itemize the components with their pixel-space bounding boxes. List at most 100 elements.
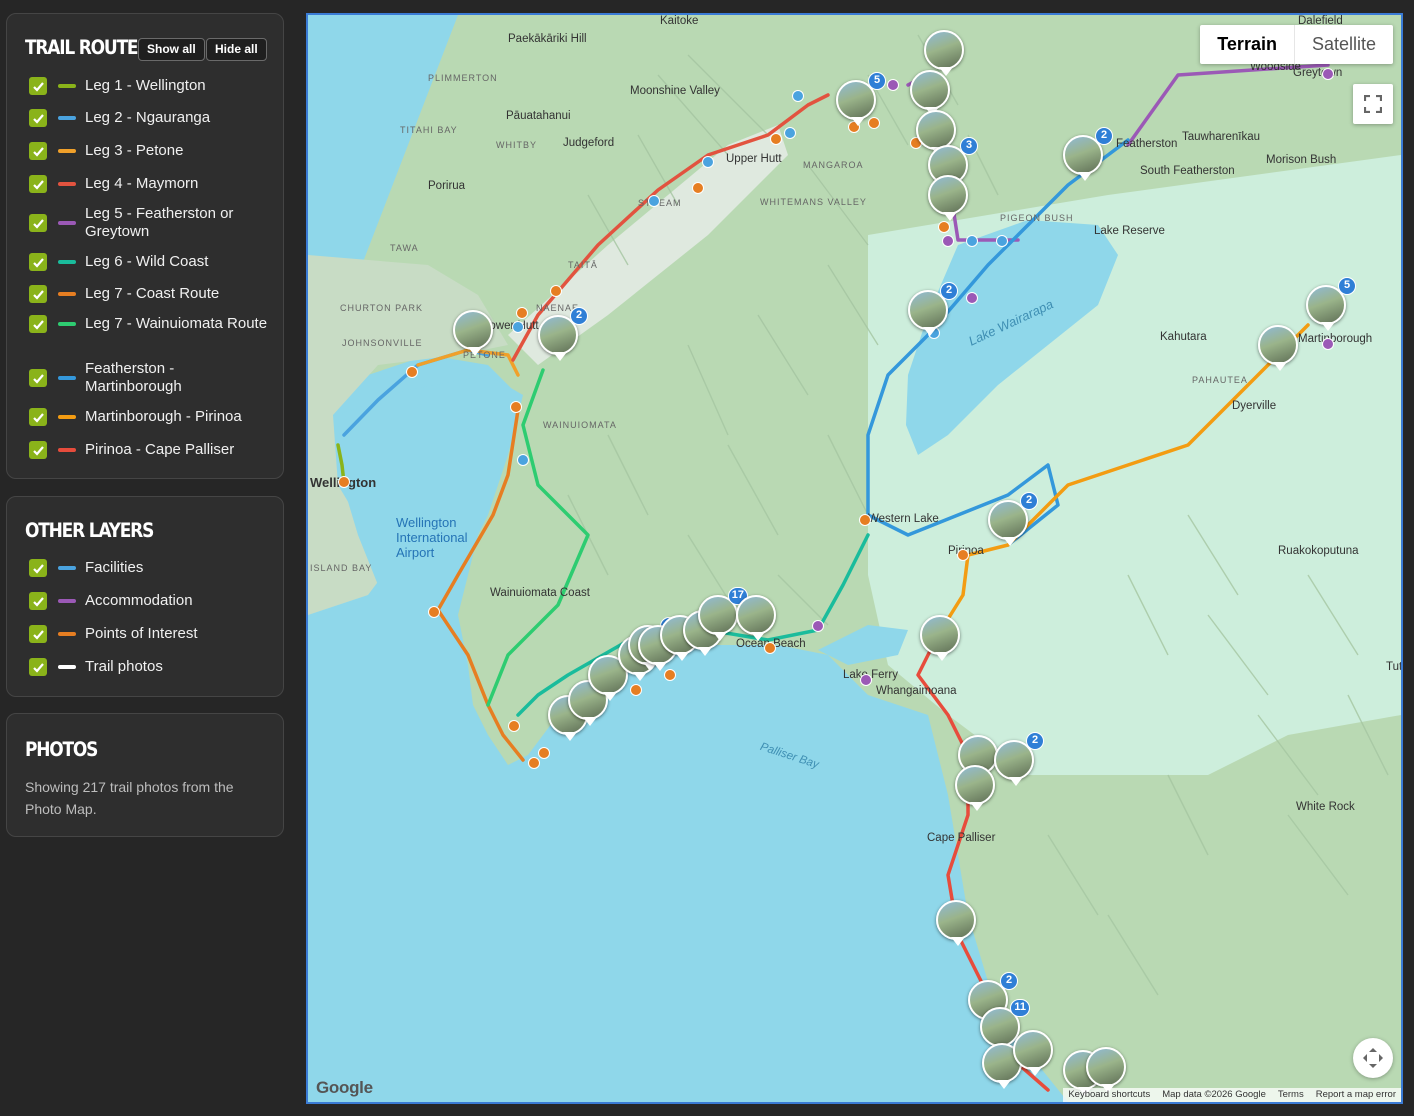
- facility-marker[interactable]: [702, 156, 714, 168]
- layer-row[interactable]: Points of Interest: [29, 625, 273, 643]
- poi-marker[interactable]: [338, 476, 350, 488]
- route-checkbox[interactable]: [29, 175, 47, 193]
- photo-marker[interactable]: [910, 70, 950, 116]
- photo-marker[interactable]: [1013, 1030, 1053, 1076]
- accommodation-marker[interactable]: [942, 235, 954, 247]
- photo-marker[interactable]: [924, 30, 964, 76]
- layer-checkbox[interactable]: [29, 658, 47, 676]
- layer-checkbox[interactable]: [29, 559, 47, 577]
- route-checkbox[interactable]: [29, 142, 47, 160]
- facility-marker[interactable]: [648, 195, 660, 207]
- hide-all-button[interactable]: Hide all: [206, 38, 267, 61]
- photo-marker[interactable]: 2: [988, 492, 1038, 546]
- photo-marker[interactable]: [916, 110, 956, 156]
- accommodation-marker[interactable]: [966, 292, 978, 304]
- accommodation-marker[interactable]: [887, 79, 899, 91]
- route-row[interactable]: Leg 7 - Coast Route: [29, 285, 273, 303]
- photo-marker[interactable]: 2: [538, 307, 588, 361]
- trail-routes-panel: TRAIL ROUTES Show all Hide all Leg 1 - W…: [6, 13, 284, 479]
- layer-checkbox[interactable]: [29, 625, 47, 643]
- satellite-button[interactable]: Satellite: [1293, 25, 1393, 64]
- checkmark-icon: [32, 319, 44, 330]
- poi-marker[interactable]: [770, 133, 782, 145]
- camera-control-button[interactable]: [1353, 1038, 1393, 1078]
- photo-marker[interactable]: [936, 900, 976, 946]
- poi-marker[interactable]: [528, 757, 540, 769]
- route-row[interactable]: Martinborough - Pirinoa: [29, 408, 273, 426]
- facility-marker[interactable]: [792, 90, 804, 102]
- accommodation-marker[interactable]: [1322, 338, 1334, 350]
- place-label: Dyerville: [1232, 400, 1277, 412]
- route-checkbox[interactable]: [29, 77, 47, 95]
- route-row[interactable]: Leg 3 - Petone: [29, 142, 273, 160]
- place-label: PLIMMERTON: [428, 73, 498, 83]
- route-row[interactable]: Leg 4 - Maymorn: [29, 175, 273, 193]
- route-row[interactable]: Leg 1 - Wellington: [29, 77, 273, 95]
- route-checkbox[interactable]: [29, 408, 47, 426]
- route-row[interactable]: Leg 5 - Featherston or Greytown: [29, 205, 273, 241]
- layer-row[interactable]: Trail photos: [29, 658, 273, 676]
- photo-marker[interactable]: 17: [698, 587, 748, 641]
- photo-count-badge: 3: [960, 137, 978, 155]
- poi-marker[interactable]: [510, 401, 522, 413]
- show-all-button[interactable]: Show all: [138, 38, 205, 61]
- photo-marker[interactable]: [453, 310, 493, 356]
- terrain-button[interactable]: Terrain: [1200, 25, 1294, 64]
- place-label: Kahutara: [1160, 331, 1207, 343]
- layer-row[interactable]: Accommodation: [29, 592, 273, 610]
- poi-marker[interactable]: [957, 549, 969, 561]
- route-checkbox[interactable]: [29, 253, 47, 271]
- accommodation-marker[interactable]: [1322, 68, 1334, 80]
- poi-marker[interactable]: [692, 182, 704, 194]
- checkmark-icon: [32, 81, 44, 92]
- poi-marker[interactable]: [859, 514, 871, 526]
- route-row[interactable]: Pirinoa - Cape Palliser: [29, 441, 273, 459]
- photo-marker[interactable]: 2: [994, 732, 1044, 786]
- route-checkbox[interactable]: [29, 285, 47, 303]
- poi-marker[interactable]: [516, 307, 528, 319]
- poi-marker[interactable]: [550, 285, 562, 297]
- poi-marker[interactable]: [938, 221, 950, 233]
- photo-marker[interactable]: [1086, 1047, 1126, 1093]
- route-row[interactable]: Featherston - Martinborough: [29, 360, 273, 396]
- accommodation-marker[interactable]: [812, 620, 824, 632]
- route-checkbox[interactable]: [29, 315, 47, 333]
- facility-marker[interactable]: [517, 454, 529, 466]
- trail-map[interactable]: Paekākāriki Hill PLIMMERTON Pāuatahanui Moo…: [306, 13, 1403, 1104]
- route-checkbox[interactable]: [29, 214, 47, 232]
- poi-marker[interactable]: [508, 720, 520, 732]
- route-checkbox[interactable]: [29, 441, 47, 459]
- accommodation-marker[interactable]: [860, 674, 872, 686]
- poi-marker[interactable]: [764, 642, 776, 654]
- poi-marker[interactable]: [406, 366, 418, 378]
- photo-marker[interactable]: 5: [836, 72, 886, 126]
- poi-marker[interactable]: [868, 117, 880, 129]
- fullscreen-button[interactable]: [1353, 84, 1393, 124]
- terms-link[interactable]: Terms: [1278, 1088, 1304, 1102]
- route-checkbox[interactable]: [29, 109, 47, 127]
- photo-marker[interactable]: [928, 175, 968, 221]
- poi-marker[interactable]: [630, 684, 642, 696]
- facility-marker[interactable]: [784, 127, 796, 139]
- facility-marker[interactable]: [996, 235, 1008, 247]
- keyboard-shortcuts-link[interactable]: Keyboard shortcuts: [1068, 1088, 1150, 1102]
- facility-marker[interactable]: [966, 235, 978, 247]
- route-row[interactable]: Leg 7 - Wainuiomata Route: [29, 315, 273, 333]
- photo-marker[interactable]: 2: [1063, 127, 1113, 181]
- route-checkbox[interactable]: [29, 369, 47, 387]
- report-error-link[interactable]: Report a map error: [1316, 1088, 1396, 1102]
- poi-marker[interactable]: [538, 747, 550, 759]
- route-row[interactable]: Leg 6 - Wild Coast: [29, 253, 273, 271]
- photo-marker[interactable]: [920, 615, 960, 661]
- photo-marker[interactable]: 5: [1306, 277, 1356, 331]
- photo-marker[interactable]: [955, 765, 995, 811]
- facility-marker[interactable]: [512, 321, 524, 333]
- photo-marker[interactable]: [736, 595, 776, 641]
- layer-row[interactable]: Facilities: [29, 559, 273, 577]
- photo-marker[interactable]: [1258, 325, 1298, 371]
- layer-checkbox[interactable]: [29, 592, 47, 610]
- poi-marker[interactable]: [428, 606, 440, 618]
- place-label: TITAHI BAY: [400, 125, 458, 135]
- route-row[interactable]: Leg 2 - Ngauranga: [29, 109, 273, 127]
- photo-marker[interactable]: 2: [908, 282, 958, 336]
